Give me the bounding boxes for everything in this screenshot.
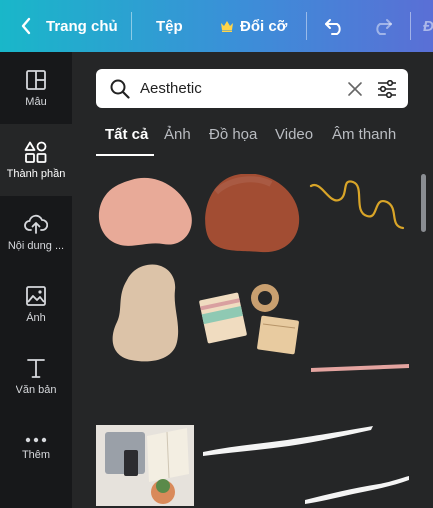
results-grid (96, 174, 409, 506)
home-button[interactable]: Trang chủ (20, 0, 118, 52)
chevron-left-icon (21, 17, 31, 35)
active-tab-indicator (96, 154, 154, 156)
filter-icon[interactable] (377, 80, 397, 98)
resize-label: Đổi cỡ (240, 17, 288, 35)
resize-button[interactable]: Đổi cỡ (220, 0, 287, 52)
sidebar-item-label: Văn bản (15, 383, 57, 396)
tab-photos[interactable]: Ảnh (164, 126, 191, 143)
top-bar: Trang chủ Tệp Đổi cỡ Đ (0, 0, 433, 52)
photo-icon (26, 285, 46, 306)
redo-icon (376, 19, 392, 35)
washi-tape-graphic[interactable] (199, 284, 299, 355)
tab-graphics[interactable]: Đồ họa (209, 126, 257, 143)
home-label: Trang chủ (46, 17, 118, 35)
search-icon (110, 79, 130, 99)
divider (131, 12, 132, 40)
sidebar-item-label: Ảnh (26, 311, 46, 324)
search-bar: Aesthetic (96, 69, 408, 108)
file-label: Tệp (156, 17, 183, 35)
torn-paper-strip-graphic-2[interactable] (305, 476, 409, 504)
clear-icon[interactable] (347, 81, 363, 97)
cut-off-label: Đ (423, 17, 433, 35)
sidebar-item-label: Thành phần (6, 167, 66, 180)
aesthetic-photo[interactable] (96, 425, 194, 506)
tab-video[interactable]: Video (275, 126, 313, 143)
search-input[interactable]: Aesthetic (140, 80, 202, 97)
sidebar-item-photos[interactable]: Ảnh (0, 268, 72, 340)
cut-off-menu-item[interactable]: Đ (423, 0, 433, 52)
sidebar-item-label: Thêm (21, 448, 51, 461)
template-icon (26, 69, 46, 90)
undo-button[interactable] (324, 0, 346, 52)
elements-icon (24, 141, 47, 163)
text-icon (27, 358, 45, 378)
file-menu-button[interactable]: Tệp (156, 0, 183, 52)
more-icon (25, 437, 47, 442)
sidebar-item-uploads[interactable]: Nội dung ... (0, 196, 72, 268)
elements-panel: Aesthetic Tất cả Ảnh Đồ họa Video Âm tha… (72, 52, 433, 508)
sidebar-item-label: Mẫu (25, 95, 47, 108)
sidebar-item-label: Nội dung ... (7, 239, 65, 252)
sidebar-item-more[interactable]: Thêm (0, 412, 72, 484)
upload-icon (24, 214, 48, 234)
beige-blob-graphic[interactable] (112, 264, 179, 362)
divider (306, 12, 307, 40)
scrollbar[interactable] (421, 174, 426, 232)
crown-icon (221, 21, 233, 32)
category-tabs: Tất cả Ảnh Đồ họa Video Âm thanh (96, 124, 426, 156)
tab-all[interactable]: Tất cả (105, 126, 148, 143)
brown-blob-graphic[interactable] (205, 174, 300, 253)
sidebar: Mẫu Thành phần Nội dung ... Ảnh Văn bản … (0, 52, 72, 508)
pink-blob-graphic[interactable] (98, 177, 192, 246)
tab-audio[interactable]: Âm thanh (332, 126, 396, 143)
torn-paper-strip-graphic[interactable] (203, 426, 373, 456)
gold-squiggle-graphic[interactable] (309, 180, 405, 230)
divider (410, 12, 411, 40)
sidebar-item-templates[interactable]: Mẫu (0, 52, 72, 124)
sidebar-item-text[interactable]: Văn bản (0, 340, 72, 412)
undo-icon (325, 19, 341, 35)
sidebar-item-elements[interactable]: Thành phần (0, 124, 72, 196)
pink-tape-strip-graphic[interactable] (311, 364, 409, 372)
redo-button[interactable] (371, 0, 393, 52)
